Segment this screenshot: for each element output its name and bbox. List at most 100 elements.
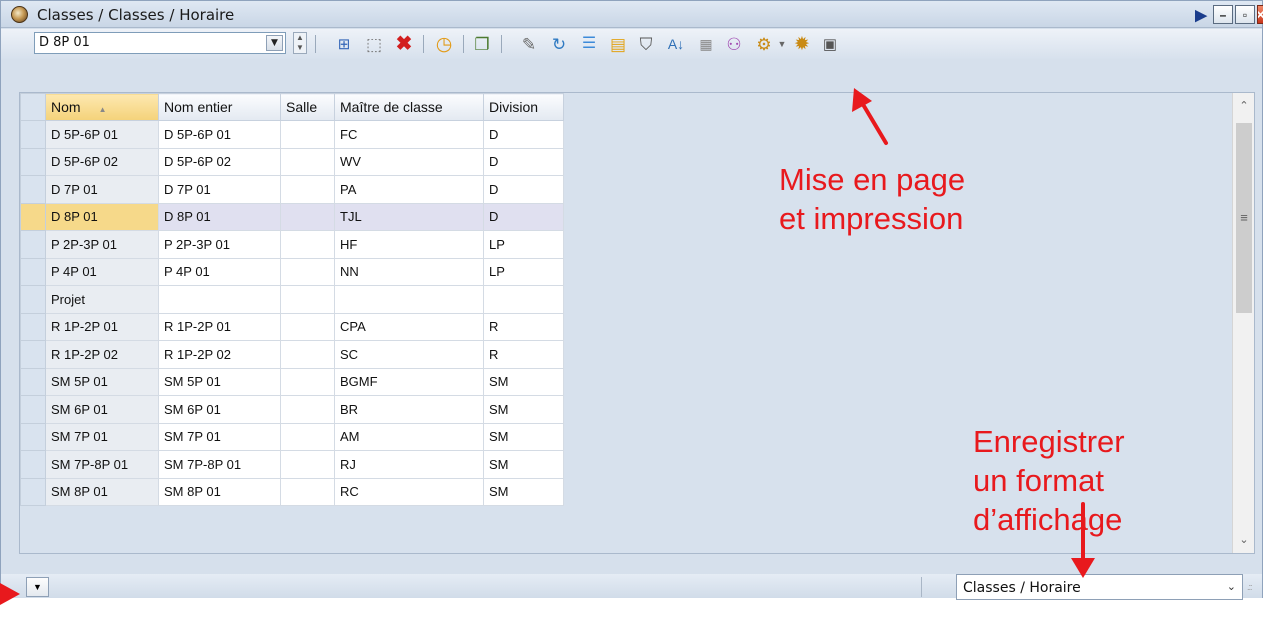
table-cell[interactable]: FC (334, 120, 484, 149)
row-header[interactable] (20, 422, 46, 451)
table-cell[interactable]: P 4P 01 (45, 257, 159, 286)
column-header-salle[interactable]: Salle (280, 93, 335, 121)
row-header[interactable] (20, 202, 46, 231)
row-header[interactable] (20, 395, 46, 424)
table-cell[interactable]: SM (483, 395, 564, 424)
table-cell[interactable]: SM 8P 01 (158, 477, 281, 506)
table-cell[interactable]: SM 7P 01 (45, 422, 159, 451)
table-cell[interactable]: BR (334, 395, 484, 424)
column-header-nom[interactable]: Nom ▲ (45, 93, 159, 121)
maximize-button[interactable]: ▫ (1235, 5, 1255, 24)
new-item-icon[interactable]: ⬚ (363, 33, 385, 55)
column-header-nom-entier[interactable]: Nom entier (158, 93, 281, 121)
table-cell[interactable]: SM 7P-8P 01 (45, 450, 159, 479)
table-cell[interactable]: D 5P-6P 01 (45, 120, 159, 149)
table-cell[interactable]: NN (334, 257, 484, 286)
row-header[interactable] (20, 120, 46, 149)
table-row[interactable]: D 8P 01 D 8P 01 TJL D (20, 202, 564, 231)
table-cell[interactable] (483, 285, 564, 314)
edit-icon[interactable]: ✎ (518, 33, 540, 55)
table-row[interactable]: R 1P-2P 02 R 1P-2P 02 SC R (20, 340, 564, 369)
chevron-down-icon[interactable]: ▼ (266, 35, 283, 51)
filter-icon[interactable]: ⛉ (635, 33, 657, 55)
table-cell[interactable]: R 1P-2P 02 (158, 340, 281, 369)
sort-az-icon[interactable]: A↓ (665, 33, 687, 55)
table-cell[interactable] (280, 120, 335, 149)
row-header[interactable] (20, 367, 46, 396)
row-header[interactable] (20, 312, 46, 341)
column-header-division[interactable]: Division (483, 93, 564, 121)
table-cell[interactable]: SM 6P 01 (158, 395, 281, 424)
spinner-icon[interactable]: ▲ ▼ (293, 32, 307, 54)
row-header[interactable] (20, 175, 46, 204)
table-cell[interactable]: SM (483, 477, 564, 506)
table-cell[interactable] (280, 202, 335, 231)
scroll-up-icon[interactable]: ⌃ (1233, 99, 1254, 112)
table-cell[interactable]: Projet (45, 285, 159, 314)
gear-icon[interactable]: ✹ (791, 33, 813, 55)
table-cell[interactable] (280, 340, 335, 369)
resize-grip-icon[interactable]: .:: (1247, 582, 1252, 592)
row-header[interactable] (20, 477, 46, 506)
table-cell[interactable]: R (483, 312, 564, 341)
table-cell[interactable]: SM 7P 01 (158, 422, 281, 451)
table-cell[interactable] (280, 450, 335, 479)
table-cell[interactable]: D (483, 147, 564, 176)
table-cell[interactable]: BGMF (334, 367, 484, 396)
row-header[interactable] (20, 147, 46, 176)
table-cell[interactable] (280, 147, 335, 176)
report-icon[interactable]: ▤ (607, 33, 629, 55)
table-row[interactable]: D 5P-6P 01 D 5P-6P 01 FC D (20, 120, 564, 149)
table-cell[interactable] (280, 395, 335, 424)
table-cell[interactable]: SM 6P 01 (45, 395, 159, 424)
table-cell[interactable]: D (483, 175, 564, 204)
table-row[interactable]: SM 6P 01 SM 6P 01 BR SM (20, 395, 564, 424)
table-cell[interactable]: SM (483, 367, 564, 396)
display-format-select[interactable]: Classes / Horaire ⌄ (956, 574, 1243, 600)
close-button[interactable]: ✕ (1257, 5, 1263, 24)
table-cell[interactable] (280, 175, 335, 204)
table-row[interactable]: SM 7P-8P 01 SM 7P-8P 01 RJ SM (20, 450, 564, 479)
table-cell[interactable]: PA (334, 175, 484, 204)
table-row[interactable]: P 4P 01 P 4P 01 NN LP (20, 257, 564, 286)
page-setup-print-icon[interactable]: ⚙ (753, 33, 775, 55)
grid-view-icon[interactable]: ⊞ (333, 33, 355, 55)
table-row[interactable]: SM 7P 01 SM 7P 01 AM SM (20, 422, 564, 451)
table-row[interactable]: SM 5P 01 SM 5P 01 BGMF SM (20, 367, 564, 396)
table-cell[interactable]: RC (334, 477, 484, 506)
table-cell[interactable]: SM 5P 01 (158, 367, 281, 396)
table-cell[interactable] (280, 477, 335, 506)
table-cell[interactable]: R 1P-2P 02 (45, 340, 159, 369)
table-cell[interactable]: D 7P 01 (158, 175, 281, 204)
table-cell[interactable]: SC (334, 340, 484, 369)
table-cell[interactable]: D (483, 120, 564, 149)
table-cell[interactable]: HF (334, 230, 484, 259)
table-cell[interactable]: SM 8P 01 (45, 477, 159, 506)
table-row[interactable]: P 2P-3P 01 P 2P-3P 01 HF LP (20, 230, 564, 259)
table-cell[interactable]: SM (483, 450, 564, 479)
calendar-icon[interactable]: ▣ (819, 33, 841, 55)
table-cell[interactable] (280, 230, 335, 259)
table-row[interactable]: D 7P 01 D 7P 01 PA D (20, 175, 564, 204)
copy-icon[interactable]: ❐ (471, 33, 493, 55)
table-cell[interactable]: WV (334, 147, 484, 176)
table-cell[interactable]: CPA (334, 312, 484, 341)
table-cell[interactable] (280, 422, 335, 451)
table-cell[interactable]: SM (483, 422, 564, 451)
table-format-icon[interactable]: ▦ (695, 33, 717, 55)
table-cell[interactable]: P 2P-3P 01 (45, 230, 159, 259)
list-icon[interactable]: ☰ (578, 33, 600, 55)
table-cell[interactable]: D 8P 01 (45, 202, 159, 231)
table-cell[interactable]: D 5P-6P 01 (158, 120, 281, 149)
table-row[interactable]: Projet (20, 285, 564, 314)
chevron-down-icon[interactable]: ▼ (776, 33, 788, 55)
table-cell[interactable] (334, 285, 484, 314)
users-icon[interactable]: ⚇ (723, 33, 745, 55)
table-cell[interactable]: D 5P-6P 02 (158, 147, 281, 176)
table-cell[interactable]: D (483, 202, 564, 231)
table-cell[interactable]: LP (483, 230, 564, 259)
refresh-icon[interactable]: ↻ (548, 33, 570, 55)
table-row[interactable]: R 1P-2P 01 R 1P-2P 01 CPA R (20, 312, 564, 341)
table-cell[interactable]: D 5P-6P 02 (45, 147, 159, 176)
row-header[interactable] (20, 257, 46, 286)
